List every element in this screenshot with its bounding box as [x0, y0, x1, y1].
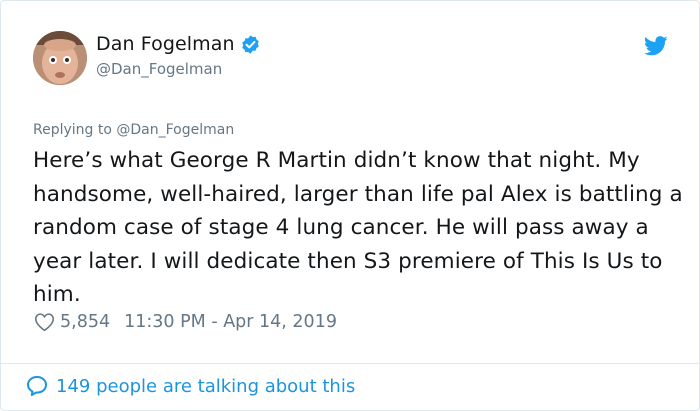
- divider: [1, 363, 699, 364]
- like-count[interactable]: 5,854: [60, 312, 110, 332]
- author-name-row: Dan Fogelman: [96, 33, 261, 55]
- verified-badge-icon: [241, 34, 259, 54]
- conversation-link[interactable]: 149 people are talking about this: [25, 374, 355, 398]
- speech-bubble-icon: [27, 376, 47, 396]
- tweet-text: Here’s what George R Martin didn’t know …: [33, 148, 683, 307]
- avatar[interactable]: [33, 31, 87, 85]
- twitter-bird-icon[interactable]: [644, 36, 668, 56]
- tweet-card: Dan Fogelman @Dan_Fogelman Replying to @…: [0, 0, 700, 411]
- replying-to-label[interactable]: Replying to @Dan_Fogelman: [33, 122, 234, 138]
- tweet-timestamp[interactable]: 11:30 PM - Apr 14, 2019: [124, 312, 337, 332]
- tweet-meta: 5,854 11:30 PM - Apr 14, 2019: [34, 312, 337, 332]
- author-handle[interactable]: @Dan_Fogelman: [96, 60, 222, 78]
- heart-icon[interactable]: [34, 312, 55, 332]
- talking-count-label[interactable]: 149 people are talking about this: [56, 376, 355, 397]
- avatar-image: [33, 31, 87, 85]
- author-name[interactable]: Dan Fogelman: [96, 33, 235, 55]
